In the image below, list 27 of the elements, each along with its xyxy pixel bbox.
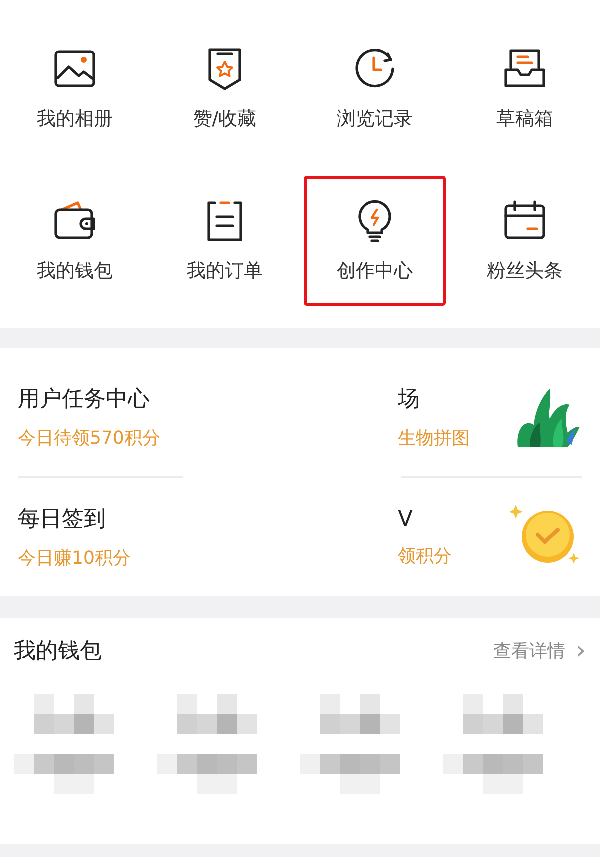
- shortcut-label: 粉丝头条: [487, 259, 563, 284]
- shortcut-label: 草稿箱: [496, 107, 554, 132]
- task-title: V: [398, 506, 414, 532]
- shortcut-label: 浏览记录: [337, 107, 413, 132]
- shortcut-label: 我的钱包: [37, 259, 113, 284]
- shortcut-label: 我的订单: [187, 259, 263, 284]
- task-title: 用户任务中心: [18, 386, 151, 414]
- shortcut-item[interactable]: 我的订单: [154, 176, 296, 306]
- shortcut-item[interactable]: 草稿箱: [454, 24, 596, 154]
- shortcut-item[interactable]: 浏览记录: [304, 24, 446, 154]
- shortcut-label: 赞/收藏: [193, 107, 257, 132]
- details-link[interactable]: 查看详情 ›: [494, 636, 586, 666]
- task-title: 每日签到: [18, 506, 107, 534]
- task-subtitle: 领积分: [398, 544, 453, 568]
- shortcut-label: 我的相册: [37, 107, 113, 132]
- shortcut-item[interactable]: 粉丝头条: [454, 176, 596, 306]
- shortcut-item[interactable]: 赞/收藏: [154, 24, 296, 154]
- shortcut-label: 创作中心: [337, 259, 413, 284]
- shortcut-item[interactable]: 我的相册: [4, 24, 146, 154]
- task-subtitle: 生物拼图: [398, 427, 471, 450]
- highlighted-shortcut[interactable]: 创作中心: [304, 176, 446, 306]
- section-title: 我的钱包: [14, 638, 102, 666]
- task-subtitle: 今日赚10积分: [18, 547, 132, 570]
- chevron-icon: ›: [576, 636, 586, 666]
- task-subtitle: 今日待领570积分: [18, 427, 162, 450]
- task-title: 场: [398, 386, 421, 414]
- shortcut-item[interactable]: 我的钱包: [4, 176, 146, 306]
